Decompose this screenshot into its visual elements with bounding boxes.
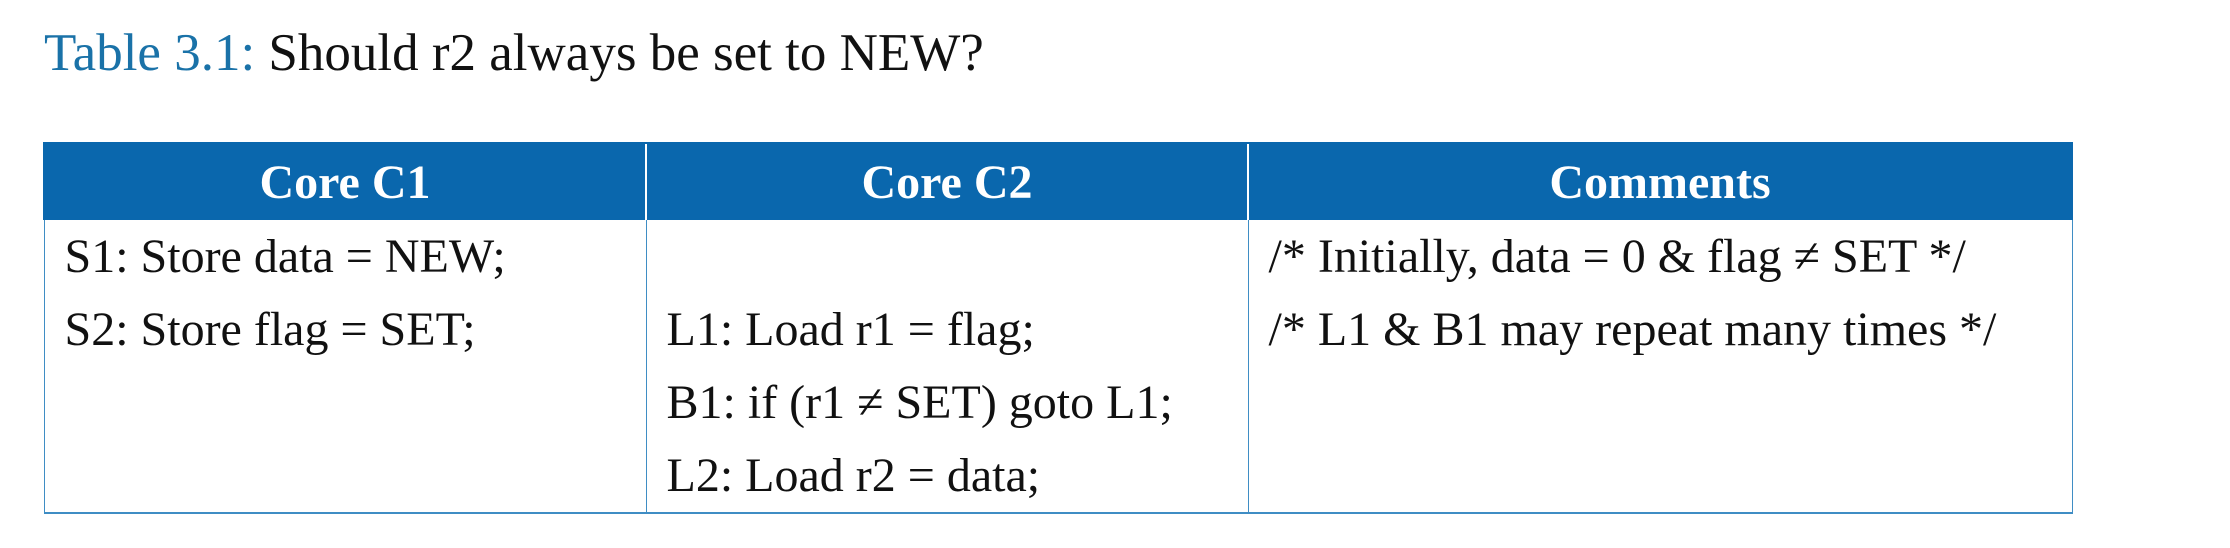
cell-comment <box>1247 366 2073 439</box>
table-row: S1: Store data = NEW; /* Initially, data… <box>43 220 2073 293</box>
cell-core-c1 <box>43 439 647 514</box>
table-caption: Table 3.1: Should r2 always be set to NE… <box>44 18 984 88</box>
memory-ordering-table: Core C1 Core C2 Comments S1: Store data … <box>43 142 2073 514</box>
cell-core-c2: B1: if (r1 ≠ SET) goto L1; <box>645 366 1249 439</box>
caption-label: Table 3.1: <box>44 24 256 82</box>
cell-core-c1 <box>43 366 647 439</box>
table-row: B1: if (r1 ≠ SET) goto L1; <box>43 366 2073 439</box>
cell-core-c2: L1: Load r1 = flag; <box>645 293 1249 366</box>
cell-comment: /* Initially, data = 0 & flag ≠ SET */ <box>1247 220 2073 293</box>
cell-comment: /* L1 & B1 may repeat many times */ <box>1247 293 2073 366</box>
cell-comment <box>1247 439 2073 514</box>
header-core-c2: Core C2 <box>645 142 1248 220</box>
header-core-c1: Core C1 <box>43 142 646 220</box>
header-comments: Comments <box>1247 142 2073 220</box>
cell-core-c1: S1: Store data = NEW; <box>43 220 647 293</box>
cell-core-c2: L2: Load r2 = data; <box>645 439 1249 514</box>
cell-core-c2 <box>645 220 1249 293</box>
cell-core-c1: S2: Store flag = SET; <box>43 293 647 366</box>
caption-text: Should r2 always be set to NEW? <box>268 24 984 82</box>
table-header-row: Core C1 Core C2 Comments <box>43 142 2073 220</box>
table-row: S2: Store flag = SET; L1: Load r1 = flag… <box>43 293 2073 366</box>
table-row: L2: Load r2 = data; <box>43 439 2073 514</box>
